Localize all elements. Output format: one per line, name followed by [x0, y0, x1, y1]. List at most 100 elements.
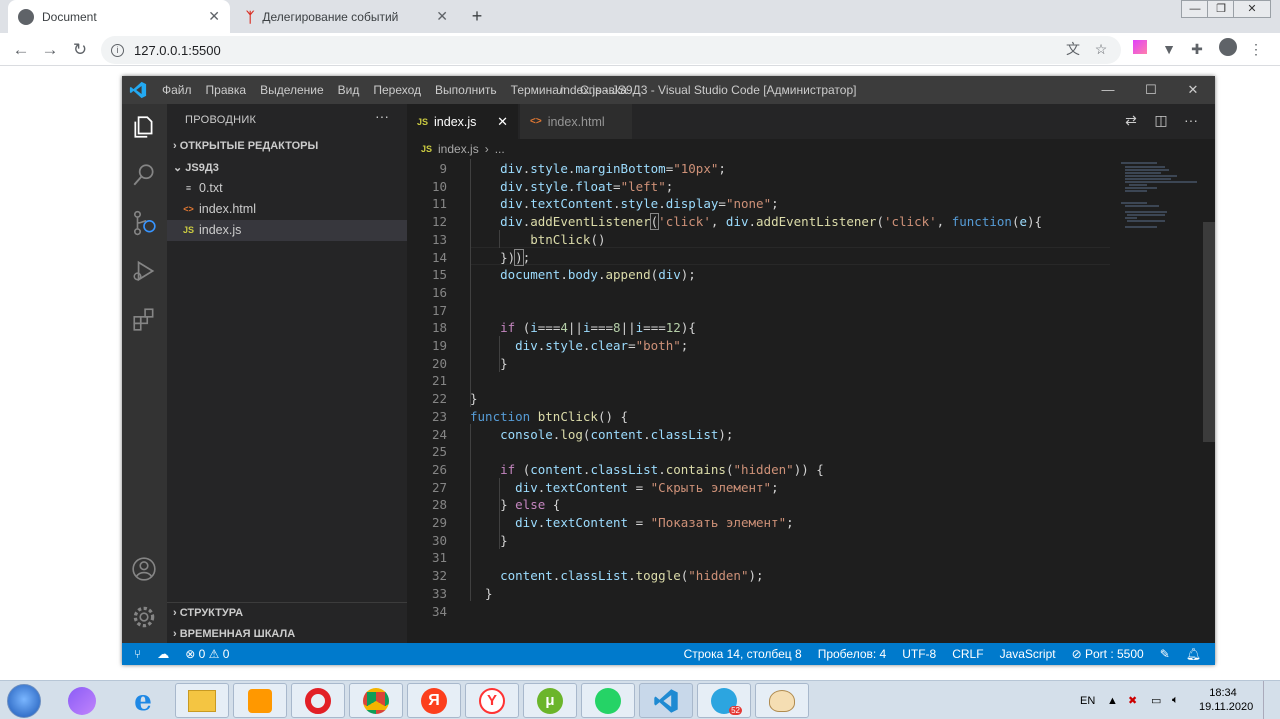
volume-icon[interactable]: 🔈︎ [1172, 681, 1179, 719]
editor-tab-index-html[interactable]: <> index.html [520, 104, 632, 139]
menu-dots-icon[interactable]: ⋮ [1245, 38, 1267, 60]
language-mode[interactable]: JavaScript [1000, 647, 1056, 661]
start-button[interactable] [7, 684, 41, 718]
chrome-icon[interactable] [349, 683, 403, 718]
menu-terminal[interactable]: Терминал [511, 83, 566, 97]
yandex-browser-icon[interactable]: Y [465, 683, 519, 718]
compare-icon[interactable]: ⇄ [1121, 112, 1141, 132]
search-icon[interactable] [131, 162, 157, 188]
media-player-icon[interactable] [233, 683, 287, 718]
translate-icon[interactable]: 文 [1062, 38, 1084, 60]
open-editors-section[interactable]: › ОТКРЫТЫЕ РЕДАКТОРЫ [167, 136, 407, 157]
remote-icon[interactable]: ⑂ [134, 647, 141, 661]
line-number: 28 [431, 497, 447, 513]
close-icon[interactable]: ✕ [436, 8, 448, 25]
clock-date: 19.11.2020 [1199, 701, 1254, 713]
tab-title: Делегирование событий [262, 9, 399, 24]
sync-icon[interactable]: ☁ [157, 647, 169, 661]
live-server-port[interactable]: ⊘ Port : 5500 [1072, 647, 1144, 661]
telegram-badge: 52 [729, 706, 742, 715]
timeline-section[interactable]: › ВРЕМЕННАЯ ШКАЛА [167, 624, 407, 645]
menu-file[interactable]: Файл [162, 83, 192, 97]
code-line: } else { [470, 497, 561, 513]
settings-gear-icon[interactable] [131, 604, 157, 630]
file-item-0txt[interactable]: ≡ 0.txt [167, 178, 407, 199]
extension-square-icon[interactable] [1129, 38, 1151, 60]
vscode-taskbar-icon[interactable] [639, 683, 693, 718]
opera-icon[interactable] [291, 683, 345, 718]
new-tab-button[interactable]: + [466, 5, 488, 27]
menu-selection[interactable]: Выделение [260, 83, 324, 97]
cursor-position[interactable]: Строка 14, столбец 8 [684, 647, 802, 661]
file-explorer-icon[interactable] [175, 683, 229, 718]
paint-icon[interactable] [755, 683, 809, 718]
line-number: 20 [431, 355, 447, 371]
profile-icon[interactable] [1217, 38, 1239, 60]
vscode-maximize-button[interactable]: ☐ [1129, 76, 1173, 104]
editor-tab-index-js[interactable]: JS index.js ✕ [407, 104, 518, 139]
whatsapp-icon[interactable] [581, 683, 635, 718]
more-actions-icon[interactable]: ··· [375, 108, 389, 124]
menu-bar: Файл Правка Выделение Вид Переход Выполн… [162, 76, 627, 104]
close-window-button[interactable]: ✕ [1233, 0, 1271, 18]
breadcrumb-more[interactable]: ... [495, 142, 505, 156]
source-control-icon[interactable] [131, 210, 157, 236]
tray-expand-icon[interactable]: ▲ [1107, 681, 1118, 719]
vertical-scrollbar[interactable] [1203, 222, 1215, 442]
menu-go[interactable]: Переход [373, 83, 421, 97]
breadcrumb-file[interactable]: index.js [438, 142, 479, 156]
more-actions-icon[interactable]: ··· [1181, 112, 1201, 132]
feedback-icon[interactable]: ✎ [1160, 647, 1170, 661]
problems-status[interactable]: ⊗ 0 ⚠ 0 [185, 647, 229, 661]
reload-icon[interactable]: ↻ [68, 38, 92, 62]
show-desktop-button[interactable] [1263, 681, 1280, 719]
browser-toolbar: ← → ↻ i 127.0.0.1:5500 文 ☆ ▼ ✚ ⋮ [0, 33, 1280, 66]
menu-edit[interactable]: Правка [206, 83, 247, 97]
puzzle-icon[interactable]: ✚ [1186, 38, 1208, 60]
file-item-index-js[interactable]: JS index.js [167, 220, 407, 241]
address-bar[interactable]: i 127.0.0.1:5500 [101, 36, 1121, 64]
encoding[interactable]: UTF-8 [902, 647, 936, 661]
forward-icon[interactable]: → [38, 38, 62, 62]
minimize-button[interactable]: — [1181, 0, 1209, 18]
vscode-window: index.js - JS9Д3 - Visual Studio Code [А… [122, 76, 1215, 665]
minimap[interactable] [1117, 159, 1205, 249]
indentation[interactable]: Пробелов: 4 [818, 647, 887, 661]
line-ending[interactable]: CRLF [952, 647, 983, 661]
utorrent-icon[interactable]: μ [523, 683, 577, 718]
menu-run[interactable]: Выполнить [435, 83, 497, 97]
file-name: index.html [199, 202, 256, 216]
network-icon[interactable]: ✖ [1128, 681, 1137, 719]
outline-section[interactable]: › СТРУКТУРА [167, 603, 407, 624]
language-indicator[interactable]: EN [1080, 681, 1095, 719]
menu-help[interactable]: Справка [580, 83, 627, 97]
alice-icon[interactable] [55, 683, 109, 718]
line-number: 26 [431, 461, 447, 477]
internet-explorer-icon[interactable]: e [116, 683, 170, 718]
clock[interactable]: 18:34 19.11.2020 [1199, 686, 1254, 714]
account-icon[interactable] [131, 556, 157, 582]
browser-tab-document[interactable]: Document ✕ [8, 0, 230, 33]
url-text: 127.0.0.1:5500 [134, 42, 221, 58]
code-editor[interactable]: 9 div.style.marginBottom="10px"; 10 div.s… [407, 159, 1127, 643]
close-icon[interactable]: ✕ [497, 114, 508, 130]
explorer-icon[interactable] [131, 114, 157, 140]
browser-tab-delegation[interactable]: ᛉ Делегирование событий ✕ [236, 0, 458, 33]
star-icon[interactable]: ☆ [1090, 38, 1112, 60]
extension-v-icon[interactable]: ▼ [1158, 38, 1180, 60]
split-editor-icon[interactable]: ◫ [1151, 112, 1171, 132]
close-icon[interactable]: ✕ [208, 8, 220, 25]
back-icon[interactable]: ← [9, 38, 33, 62]
file-item-index-html[interactable]: <> index.html [167, 199, 407, 220]
vscode-close-button[interactable]: ✕ [1171, 76, 1215, 104]
run-debug-icon[interactable] [131, 258, 157, 284]
notifications-icon[interactable]: 🔔︎ [1186, 647, 1201, 661]
battery-icon[interactable]: ▭ [1151, 681, 1161, 719]
extensions-icon[interactable] [131, 306, 157, 332]
telegram-icon[interactable]: 52 [697, 683, 751, 718]
folder-section[interactable]: ⌄ JS9Д3 [167, 158, 407, 179]
yandex-icon[interactable]: Я [407, 683, 461, 718]
menu-view[interactable]: Вид [338, 83, 360, 97]
restore-button[interactable]: ❐ [1207, 0, 1235, 18]
vscode-minimize-button[interactable]: — [1086, 76, 1130, 104]
